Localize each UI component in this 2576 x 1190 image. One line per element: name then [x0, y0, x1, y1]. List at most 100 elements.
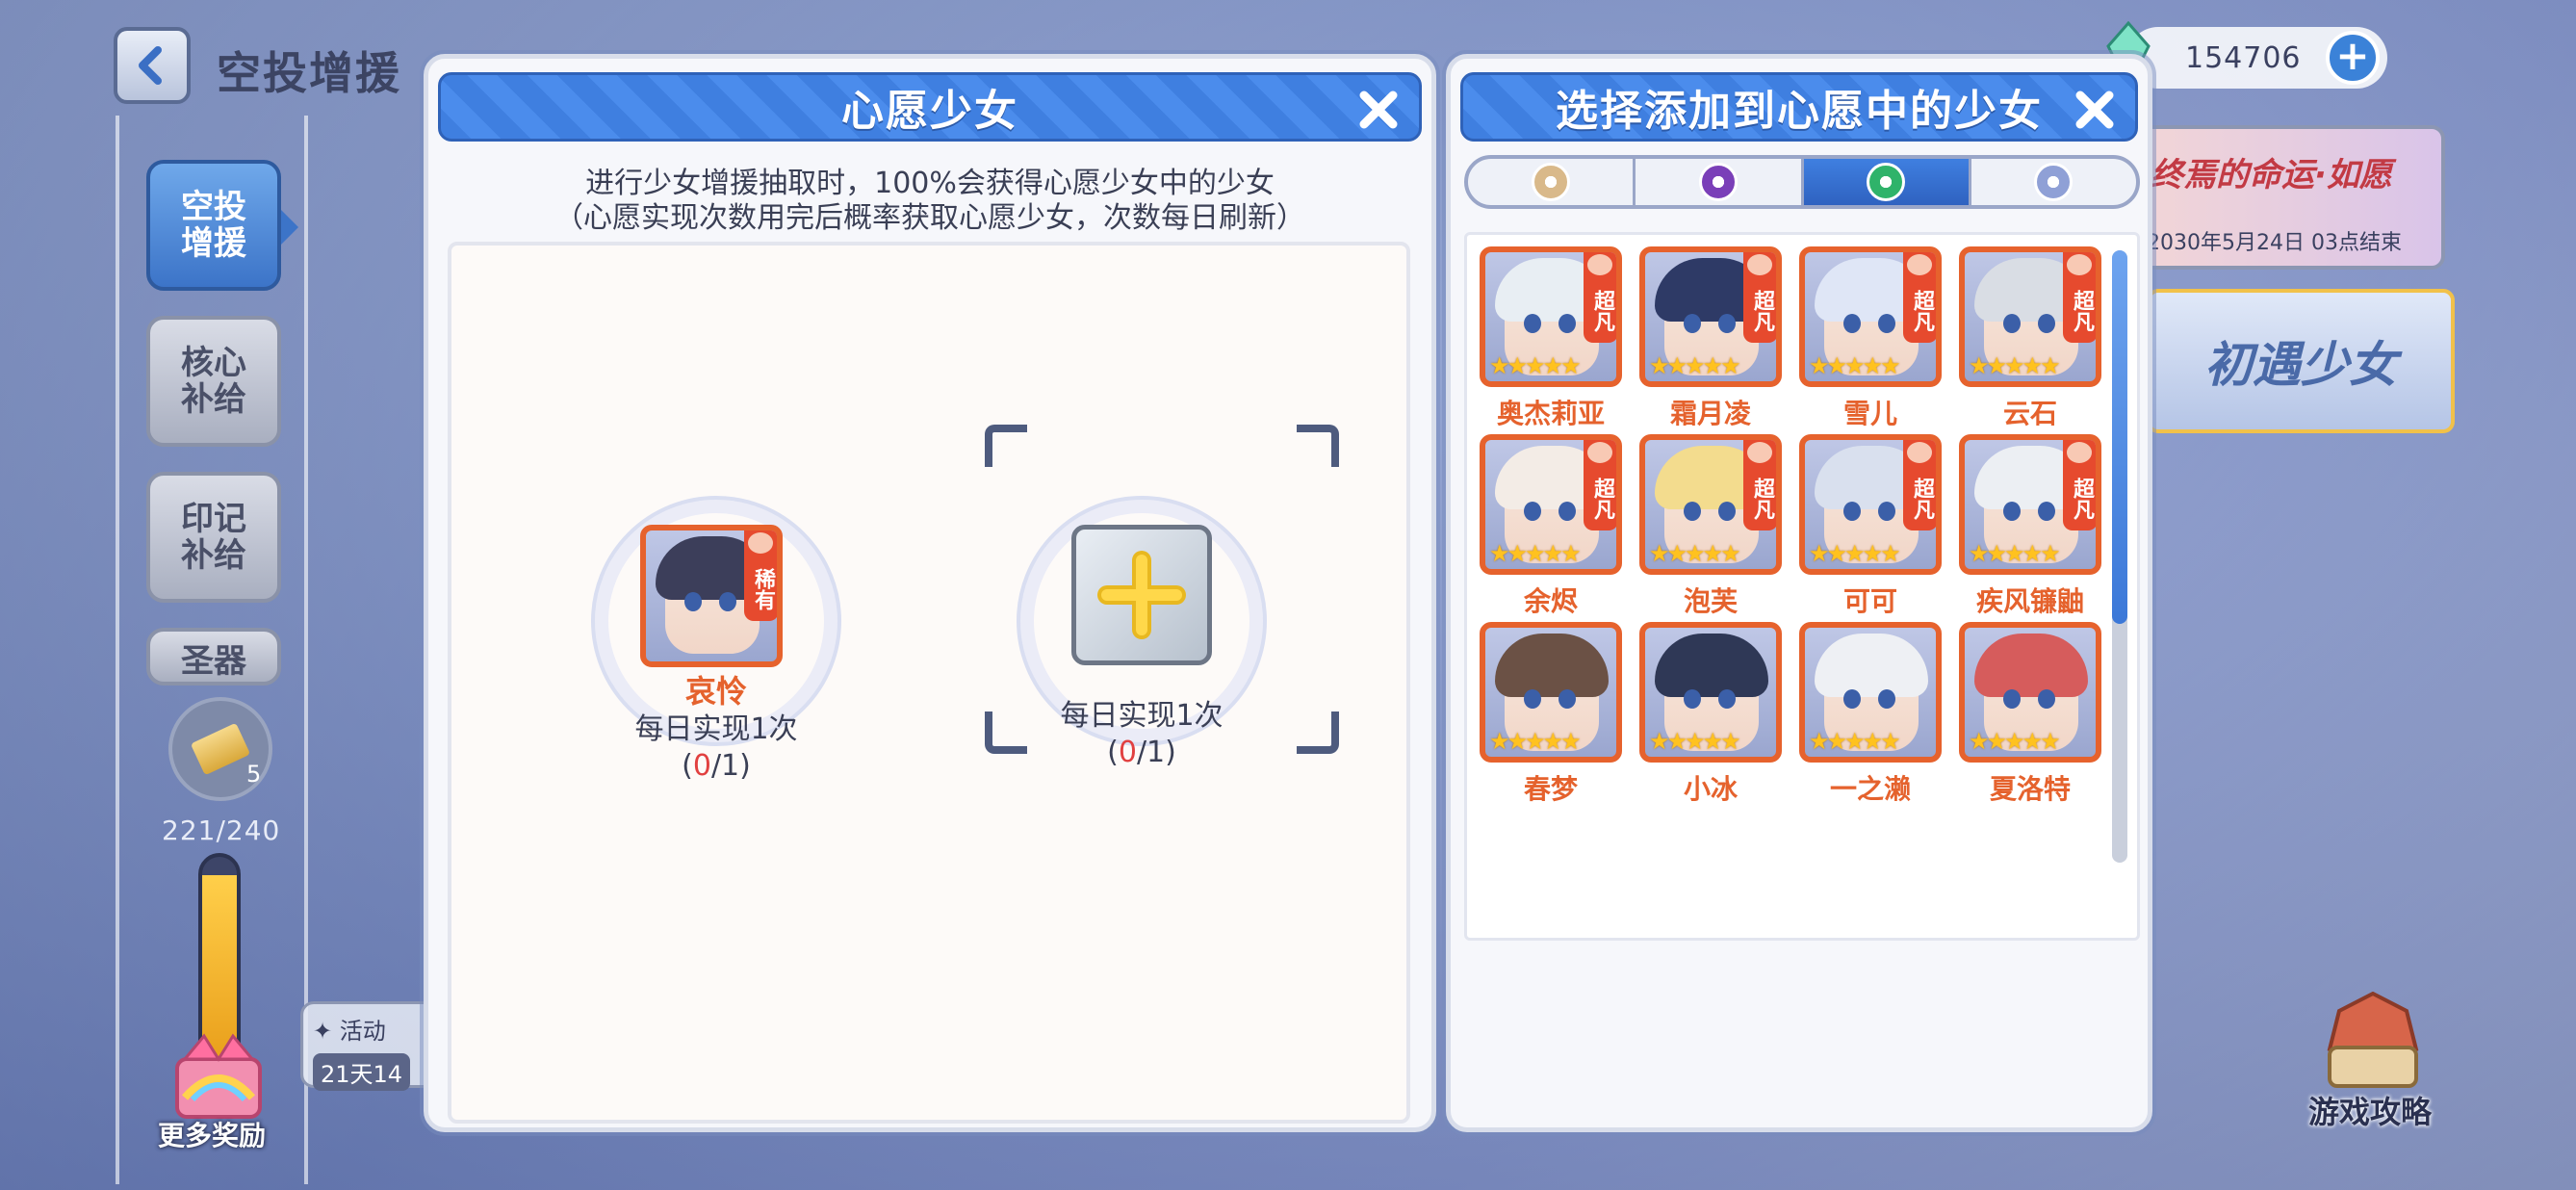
activity-label: 活动 [339, 1018, 386, 1045]
close-button[interactable] [2066, 81, 2124, 139]
wish-slots-area: 稀有 哀怜 每日实现1次 (0/1) 每日实现1次 (0/1) [448, 242, 1410, 1124]
character-portrait[interactable]: ★★★★★ [1799, 622, 1942, 763]
sidebar-item-core-supply[interactable]: 核心补给 [146, 316, 281, 447]
character-name: 疾风镰鼬 [1975, 585, 2084, 617]
girl-card[interactable]: ★★★★★ 一之濑 [1798, 622, 1943, 807]
girl-card[interactable]: 超凡 ★★★★★ 泡芙 [1638, 434, 1783, 619]
character-name: 一之濑 [1829, 773, 1911, 805]
character-name: 夏洛特 [1989, 773, 2071, 805]
character-portrait[interactable]: 超凡 ★★★★★ [1959, 246, 2101, 387]
event-banner[interactable]: 终焉的命运·如愿 2030年5月24日 03点结束 [2127, 125, 2445, 270]
rarity-badge: 超凡 [1903, 252, 1936, 343]
character-portrait[interactable]: 超凡 ★★★★★ [1959, 434, 2101, 575]
rarity-badge: 超凡 [1584, 252, 1616, 343]
star-rating: ★★★★★ [1969, 540, 2061, 567]
character-portrait[interactable]: 超凡 ★★★★★ [1639, 434, 1782, 575]
select-panel-title: 选择添加到心愿中的少女 [1556, 87, 2043, 136]
scrollbar-thumb[interactable] [2112, 250, 2127, 624]
element-filter-tabs [1464, 155, 2140, 209]
girl-card[interactable]: 超凡 ★★★★★ 疾风镰鼬 [1958, 434, 2102, 619]
filter-tab-2[interactable] [1636, 159, 1804, 205]
star-rating: ★★★★★ [1969, 352, 2061, 379]
rarity-badge: 超凡 [1584, 440, 1616, 530]
bracket-corner [1297, 711, 1339, 754]
girl-card[interactable]: ★★★★★ 夏洛特 [1958, 622, 2102, 807]
sidebar-item-airdrop[interactable]: 空投增援 [146, 160, 298, 291]
character-name: 哀怜 [684, 673, 747, 710]
wish-description-line2: （心愿实现次数用完后概率获取心愿少女，次数每日刷新） [554, 201, 1305, 235]
gift-box-icon[interactable] [166, 1030, 271, 1123]
slot-count: (0/1) [682, 749, 751, 783]
character-name: 云石 [2002, 398, 2057, 429]
filter-tab-1[interactable] [1468, 159, 1636, 205]
star-rating: ★★★★★ [1649, 728, 1741, 755]
slot-daily-info: 每日实现1次 [634, 712, 798, 746]
character-portrait[interactable]: 超凡 ★★★★★ [1639, 246, 1782, 387]
wish-panel-title: 心愿少女 [841, 87, 1018, 136]
girl-card[interactable]: ★★★★★ 小冰 [1638, 622, 1783, 807]
add-wish-button[interactable] [1071, 525, 1212, 665]
star-rating: ★★★★★ [1809, 728, 1901, 755]
close-icon [2075, 91, 2114, 129]
girl-card[interactable]: 超凡 ★★★★★ 云石 [1958, 246, 2102, 431]
select-panel-header: 选择添加到心愿中的少女 [1460, 72, 2138, 142]
character-name: 奥杰莉亚 [1496, 398, 1605, 429]
filter-tab-3[interactable] [1803, 159, 1971, 205]
girl-card[interactable]: 超凡 ★★★★★ 可可 [1798, 434, 1943, 619]
star-rating: ★★★★★ [1489, 728, 1582, 755]
girl-card[interactable]: ★★★★★ 春梦 [1479, 622, 1623, 807]
character-portrait[interactable]: 超凡 ★★★★★ [1480, 246, 1622, 387]
rarity-badge: 超凡 [2063, 252, 2096, 343]
star-rating: ★★★★★ [1809, 352, 1901, 379]
girl-card[interactable]: 超凡 ★★★★★ 奥杰莉亚 [1479, 246, 1623, 431]
activity-time: 21天14 [313, 1053, 411, 1091]
character-portrait[interactable]: ★★★★★ [1959, 622, 2101, 763]
close-button[interactable] [1350, 81, 1407, 139]
more-reward-label[interactable]: 更多奖励 [158, 1115, 266, 1153]
sidebar-item-label: 圣器 [181, 642, 246, 681]
rarity-badge: 超凡 [1743, 252, 1776, 343]
bracket-corner [985, 425, 1027, 467]
energy-label: 221/240 [162, 815, 281, 846]
girl-card[interactable]: 超凡 ★★★★★ 霜月凌 [1638, 246, 1783, 431]
sidebar-item-label: 印记补给 [181, 500, 246, 575]
wish-panel: 心愿少女 进行少女增援抽取时，100%会获得心愿少女中的少女 （心愿实现次数用完… [424, 54, 1436, 1132]
light-element-icon [1531, 163, 1570, 201]
sidebar-item-relic[interactable]: 圣器 [146, 628, 281, 686]
scrollbar[interactable] [2112, 250, 2127, 863]
plus-icon [1097, 551, 1186, 639]
game-guide-label[interactable]: 游戏攻略 [2308, 1088, 2432, 1132]
wish-panel-header: 心愿少女 [438, 72, 1422, 142]
close-icon [1359, 91, 1398, 129]
star-rating: ★★★★★ [1649, 540, 1741, 567]
character-name: 霜月凌 [1669, 398, 1751, 429]
character-portrait[interactable]: 超凡 ★★★★★ [1480, 434, 1622, 575]
banner-date: 2030年5月24日 03点结束 [2147, 231, 2402, 255]
select-girl-panel: 选择添加到心愿中的少女 超凡 ★★★★★ 奥杰莉亚 超凡 ★★★★★ 霜月凌 超凡 ★★★★★… [1446, 54, 2152, 1132]
character-portrait[interactable]: 超凡 ★★★★★ [1799, 246, 1942, 387]
character-portrait[interactable]: 稀有 [640, 525, 783, 667]
character-name: 春梦 [1523, 773, 1578, 805]
guide-book-icon[interactable] [2310, 992, 2435, 1098]
character-portrait[interactable]: ★★★★★ [1480, 622, 1622, 763]
star-rating: ★★★★★ [1649, 352, 1741, 379]
girl-card[interactable]: 超凡 ★★★★★ 雪儿 [1798, 246, 1943, 431]
first-meet-button[interactable]: 初遇少女 [2147, 289, 2455, 433]
character-name: 余烬 [1523, 585, 1578, 617]
character-name: 小冰 [1683, 773, 1738, 805]
ticket-count: 5 [246, 761, 262, 788]
character-name: 泡芙 [1683, 585, 1738, 617]
girl-card[interactable]: 超凡 ★★★★★ 余烬 [1479, 434, 1623, 619]
character-portrait[interactable]: ★★★★★ [1639, 622, 1782, 763]
sidebar-item-mark-supply[interactable]: 印记补给 [146, 472, 281, 603]
star-rating: ★★★★★ [1809, 540, 1901, 567]
add-currency-button[interactable]: + [2326, 31, 2380, 85]
filter-tab-4[interactable] [1971, 159, 2136, 205]
chevron-left-icon [139, 46, 162, 85]
rarity-badge: 超凡 [1903, 440, 1936, 530]
back-button[interactable] [114, 27, 191, 104]
rarity-badge: 稀有 [744, 530, 777, 621]
character-name: 雪儿 [1842, 398, 1897, 429]
currency-bar: 154706 + [2106, 21, 2387, 89]
character-portrait[interactable]: 超凡 ★★★★★ [1799, 434, 1942, 575]
